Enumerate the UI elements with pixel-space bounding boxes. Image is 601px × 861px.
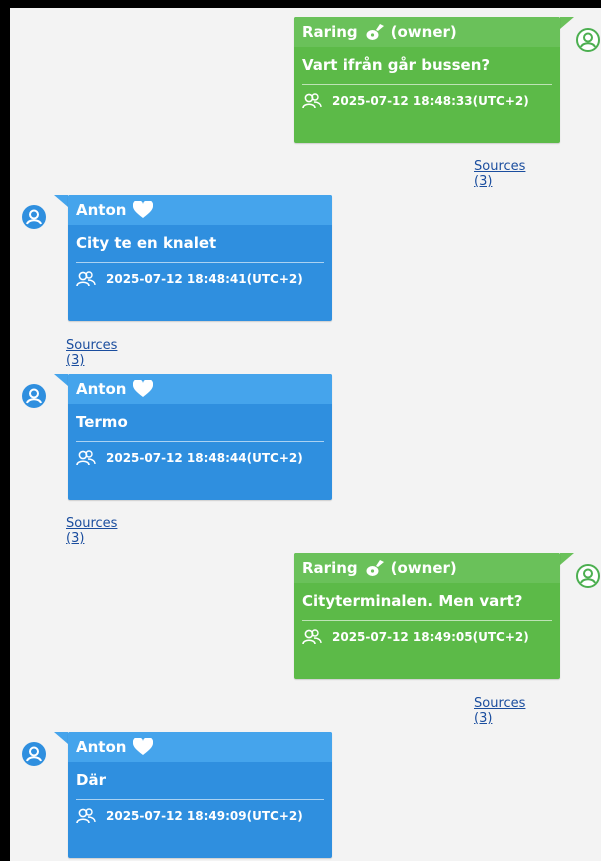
message-text: Vart ifrån går bussen? xyxy=(302,56,491,74)
message-header: Anton xyxy=(68,195,332,225)
message-header: Raring (owner) xyxy=(294,17,560,47)
author-name: Raring xyxy=(302,23,358,41)
message-bubble: Anton Termo 2025-07-12 18:48:44(UTC+2) xyxy=(68,374,332,500)
message-meta: 2025-07-12 18:49:09(UTC+2) xyxy=(68,800,332,832)
bubble-tail xyxy=(54,732,68,744)
message-timestamp: 2025-07-12 18:48:41(UTC+2) xyxy=(106,272,303,286)
message-text: Där xyxy=(76,771,106,789)
group-icon xyxy=(302,92,322,110)
author-role: (owner) xyxy=(390,23,457,41)
message-header: Anton xyxy=(68,374,332,404)
chat-window: Raring (owner) Vart ifrån går bussen? 20… xyxy=(10,8,601,861)
message-bubble: Anton Där 2025-07-12 18:49:09(UTC+2) xyxy=(68,732,332,858)
heart-icon xyxy=(133,380,154,398)
message-header: Raring (owner) xyxy=(294,553,560,583)
message-text: Termo xyxy=(76,413,128,431)
message-bubble: Anton City te en knalet 2025-07-12 18:48… xyxy=(68,195,332,321)
message-bubble: Raring (owner) Vart ifrån går bussen? 20… xyxy=(294,17,560,143)
user-avatar-icon[interactable] xyxy=(22,384,46,408)
user-avatar-icon[interactable] xyxy=(576,564,600,588)
bubble-tail xyxy=(560,17,574,29)
author-name: Anton xyxy=(76,738,127,756)
author-name: Anton xyxy=(76,380,127,398)
sources-link[interactable]: Sources (3) xyxy=(474,696,525,726)
guitar-icon xyxy=(365,23,385,41)
message-timestamp: 2025-07-12 18:49:05(UTC+2) xyxy=(332,630,529,644)
group-icon xyxy=(302,628,322,646)
group-icon xyxy=(76,449,96,467)
heart-icon xyxy=(133,201,154,219)
bubble-tail xyxy=(560,553,574,565)
sources-link[interactable]: Sources (3) xyxy=(66,338,117,368)
message-timestamp: 2025-07-12 18:48:33(UTC+2) xyxy=(332,94,529,108)
sources-link[interactable]: Sources (3) xyxy=(66,516,117,546)
message-header: Anton xyxy=(68,732,332,762)
bubble-tail xyxy=(54,374,68,386)
bubble-tail xyxy=(54,195,68,207)
message-meta: 2025-07-12 18:48:44(UTC+2) xyxy=(68,442,332,474)
sources-link[interactable]: Sources (3) xyxy=(474,159,525,189)
author-name: Anton xyxy=(76,201,127,219)
group-icon xyxy=(76,270,96,288)
user-avatar-icon[interactable] xyxy=(22,742,46,766)
message-bubble: Raring (owner) Cityterminalen. Men vart?… xyxy=(294,553,560,679)
message-text: City te en knalet xyxy=(76,234,217,252)
group-icon xyxy=(76,807,96,825)
author-name: Raring xyxy=(302,559,358,577)
user-avatar-icon[interactable] xyxy=(576,28,600,52)
heart-icon xyxy=(133,738,154,756)
user-avatar-icon[interactable] xyxy=(22,205,46,229)
message-meta: 2025-07-12 18:48:41(UTC+2) xyxy=(68,263,332,295)
message-text: Cityterminalen. Men vart? xyxy=(302,592,523,610)
guitar-icon xyxy=(365,559,385,577)
message-meta: 2025-07-12 18:49:05(UTC+2) xyxy=(294,621,560,653)
message-timestamp: 2025-07-12 18:48:44(UTC+2) xyxy=(106,451,303,465)
message-timestamp: 2025-07-12 18:49:09(UTC+2) xyxy=(106,809,303,823)
author-role: (owner) xyxy=(390,559,457,577)
message-meta: 2025-07-12 18:48:33(UTC+2) xyxy=(294,85,560,117)
